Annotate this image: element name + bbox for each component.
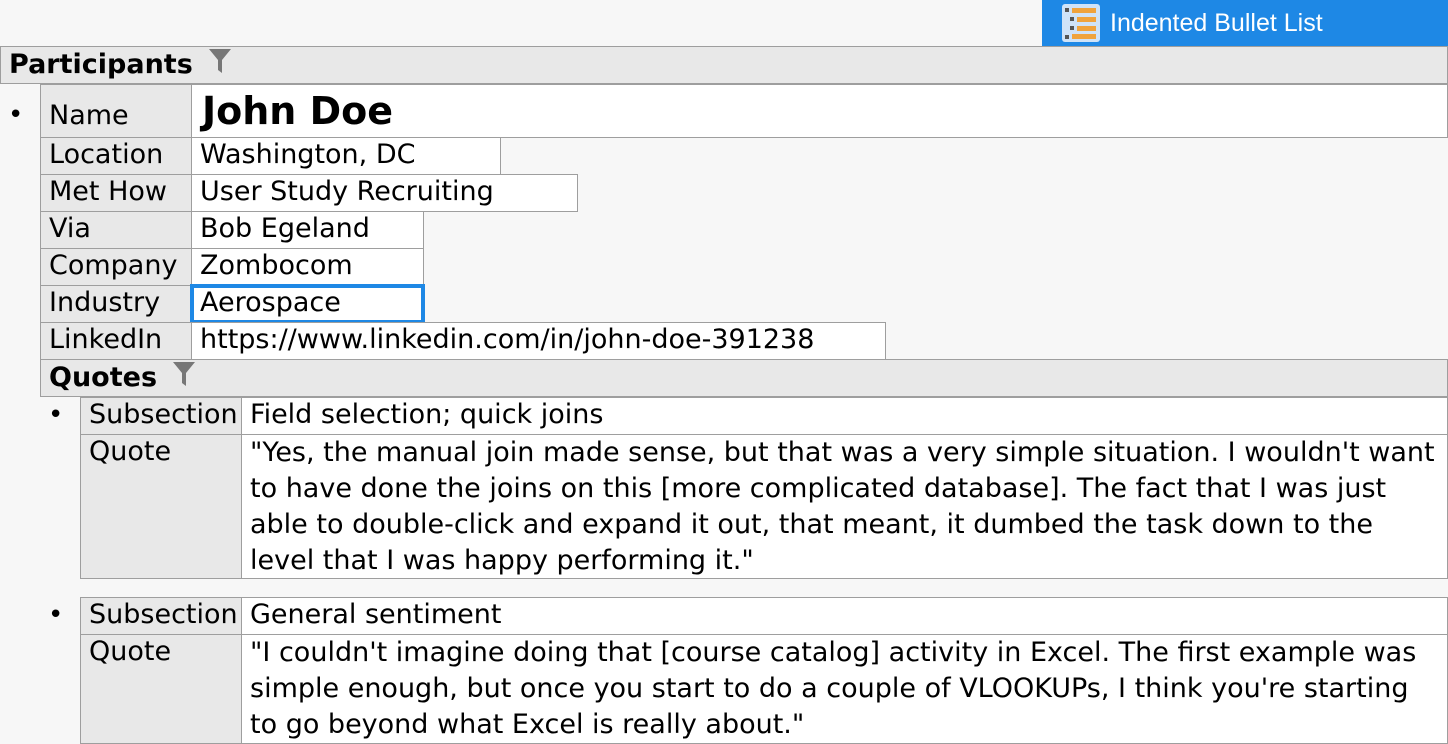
quote-subsection-value[interactable]: Field selection; quick joins [241, 397, 1448, 435]
field-label-met-how: Met How [40, 174, 192, 212]
participants-title: Participants [9, 49, 193, 80]
quote-label: Quote [80, 434, 242, 579]
quote-subsection-label: Subsection [80, 397, 242, 435]
field-value-name[interactable]: John Doe [191, 84, 1448, 138]
field-value-via[interactable]: Bob Egeland [191, 211, 424, 249]
quote-text[interactable]: "I couldn't imagine doing that [course c… [241, 634, 1448, 744]
quote-subsection-label: Subsection [80, 597, 242, 635]
quote-text[interactable]: "Yes, the manual join made sense, but th… [241, 434, 1448, 579]
field-value-linkedin[interactable]: https://www.linkedin.com/in/john-doe-391… [191, 322, 886, 360]
view-mode-label: Indented Bullet List [1110, 9, 1323, 37]
field-label-industry: Industry [40, 285, 192, 323]
field-value-location[interactable]: Washington, DC [191, 137, 501, 175]
quote-label: Quote [80, 634, 242, 744]
quote-subsection-value[interactable]: General sentiment [241, 597, 1448, 635]
field-label-linkedin: LinkedIn [40, 322, 192, 360]
view-mode-badge[interactable]: Indented Bullet List [1042, 0, 1448, 46]
quotes-title: Quotes [49, 362, 158, 393]
field-value-met-how[interactable]: User Study Recruiting [191, 174, 578, 212]
quote-bullet: • [48, 600, 64, 630]
field-label-name: Name [40, 84, 192, 138]
indented-list-icon [1062, 4, 1100, 42]
record-bullet: • [8, 100, 24, 130]
field-label-via: Via [40, 211, 192, 249]
field-value-company[interactable]: Zombocom [191, 248, 424, 286]
field-label-location: Location [40, 137, 192, 175]
participants-header[interactable]: Participants [0, 46, 1448, 84]
quotes-header[interactable]: Quotes [40, 359, 1448, 397]
filter-icon[interactable] [208, 48, 232, 84]
field-value-industry[interactable]: Aerospace [190, 284, 425, 324]
filter-icon[interactable] [172, 361, 196, 397]
field-label-company: Company [40, 248, 192, 286]
quote-bullet: • [48, 400, 64, 430]
